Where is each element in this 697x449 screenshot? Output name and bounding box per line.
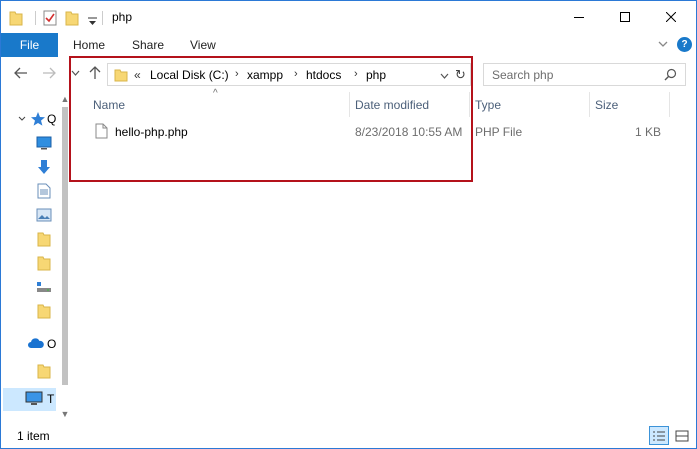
sort-ascending-icon: ^ <box>213 88 218 99</box>
tab-share[interactable]: Share <box>132 38 164 52</box>
navigation-bar: « Local Disk (C:) › xampp › htdocs › php… <box>1 57 696 92</box>
minimize-icon <box>574 17 584 18</box>
folder-icon[interactable] <box>35 254 53 272</box>
customize-toolbar-icon[interactable] <box>88 12 97 30</box>
search-placeholder: Search php <box>492 68 554 82</box>
search-icon[interactable] <box>664 68 677 84</box>
onedrive-icon[interactable] <box>27 334 45 352</box>
column-divider[interactable] <box>589 92 590 117</box>
chevron-right-icon[interactable]: › <box>235 68 239 80</box>
address-bar[interactable]: « Local Disk (C:) › xampp › htdocs › php… <box>107 63 471 86</box>
close-button[interactable] <box>648 1 694 33</box>
column-header-name[interactable]: Name <box>93 92 125 117</box>
scroll-down-icon[interactable]: ▼ <box>58 407 72 421</box>
file-icon <box>95 123 108 142</box>
scrollbar-thumb[interactable] <box>62 107 68 385</box>
up-button[interactable] <box>87 65 103 81</box>
breadcrumb-overflow[interactable]: « <box>134 68 141 82</box>
file-name: hello-php.php <box>115 125 188 139</box>
chevron-down-icon[interactable] <box>440 70 449 84</box>
arrow-right-icon <box>43 67 56 79</box>
maximize-icon <box>620 12 630 22</box>
maximize-button[interactable] <box>602 1 648 33</box>
onedrive-label[interactable]: O <box>47 337 56 351</box>
this-pc-label[interactable]: T <box>47 392 54 406</box>
recent-locations-icon[interactable] <box>71 69 80 78</box>
navigation-pane-scrollbar[interactable] <box>58 107 72 407</box>
title-divider <box>102 11 103 25</box>
explorer-window: php File Home Share View ? « Local Disk … <box>0 0 697 449</box>
breadcrumb-php[interactable]: php <box>366 68 386 82</box>
file-date-modified: 8/23/2018 10:55 AM <box>355 125 463 139</box>
folder-icon[interactable] <box>35 230 53 248</box>
quick-access-label[interactable]: Q <box>47 112 56 126</box>
new-folder-icon[interactable] <box>65 9 79 27</box>
breadcrumb-xampp[interactable]: xampp <box>247 68 283 82</box>
folder-icon <box>114 68 128 85</box>
tab-file[interactable]: File <box>1 33 58 57</box>
status-bar: 1 item <box>1 424 696 448</box>
column-divider[interactable] <box>669 92 670 117</box>
arrow-up-icon <box>89 66 101 79</box>
file-type: PHP File <box>475 125 523 139</box>
details-view-icon <box>653 431 665 440</box>
quick-access-star-icon[interactable] <box>29 110 47 128</box>
scroll-up-icon[interactable]: ▲ <box>58 92 72 106</box>
chevron-right-icon[interactable]: › <box>294 68 298 80</box>
forward-button[interactable] <box>41 65 57 81</box>
file-size: 1 KB <box>634 125 661 139</box>
this-pc-icon[interactable] <box>25 390 43 408</box>
tab-view[interactable]: View <box>190 38 216 52</box>
documents-icon[interactable] <box>35 182 53 200</box>
item-count: 1 item <box>17 429 50 443</box>
table-row[interactable]: hello-php.php 8/23/2018 10:55 AM PHP Fil… <box>87 121 687 143</box>
file-list: ^ Name Date modified Type Size hello-php… <box>73 88 696 424</box>
breadcrumb-htdocs[interactable]: htdocs <box>306 68 341 82</box>
pictures-icon[interactable] <box>35 206 53 224</box>
large-icons-view-icon <box>675 430 689 441</box>
folder-icon[interactable] <box>9 9 23 27</box>
column-header-type[interactable]: Type <box>475 92 501 117</box>
quick-access-divider <box>35 11 36 25</box>
column-divider[interactable] <box>469 92 470 117</box>
window-title: php <box>112 10 133 24</box>
column-header-size[interactable]: Size <box>595 92 618 117</box>
chevron-right-icon[interactable]: › <box>354 68 358 80</box>
desktop-icon[interactable] <box>35 134 53 152</box>
folder-icon[interactable] <box>35 302 53 320</box>
navigation-pane: Q O T <box>1 92 58 424</box>
expand-ribbon-icon[interactable] <box>657 38 669 53</box>
large-icons-view-button[interactable] <box>672 426 692 445</box>
title-bar: php <box>1 1 696 33</box>
search-input[interactable]: Search php <box>483 63 686 86</box>
properties-icon[interactable] <box>43 9 57 27</box>
tab-home[interactable]: Home <box>73 38 105 52</box>
arrow-left-icon <box>14 67 27 79</box>
minimize-button[interactable] <box>556 1 602 33</box>
back-button[interactable] <box>13 65 29 81</box>
breadcrumb-local-disk[interactable]: Local Disk (C:) <box>150 68 229 82</box>
expand-arrow-icon[interactable] <box>15 110 29 128</box>
downloads-icon[interactable] <box>35 158 53 176</box>
folder-icon[interactable] <box>35 362 53 380</box>
close-icon <box>666 12 676 22</box>
ribbon-tabs: File Home Share View ? <box>1 33 696 57</box>
help-icon[interactable]: ? <box>677 37 692 52</box>
column-divider[interactable] <box>349 92 350 117</box>
details-view-button[interactable] <box>649 426 669 445</box>
column-header-date-modified[interactable]: Date modified <box>355 92 429 117</box>
refresh-icon[interactable]: ↻ <box>455 67 466 83</box>
network-drive-icon[interactable] <box>35 278 53 296</box>
